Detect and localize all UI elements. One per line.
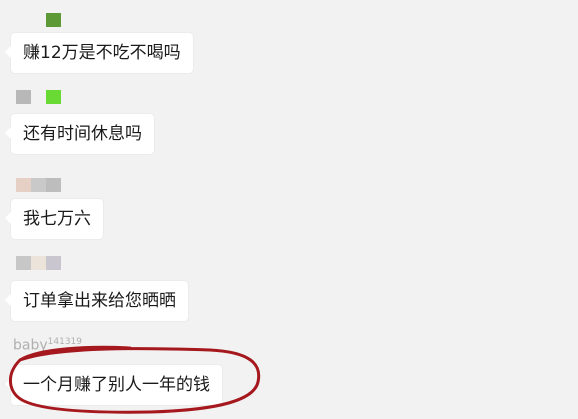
avatar-pixel xyxy=(31,256,46,270)
message-text: 我七万六 xyxy=(23,209,91,229)
avatar-pixel xyxy=(46,256,61,270)
message-bubble: 赚12万是不吃不喝吗 xyxy=(5,33,193,73)
sender-avatar-blurred[interactable] xyxy=(16,256,61,272)
sender-avatar-blurred[interactable] xyxy=(16,90,61,106)
avatar-pixel xyxy=(31,13,46,27)
avatar-pixel xyxy=(16,178,31,192)
nickname-suffix: 14131 xyxy=(47,337,77,347)
nickname-text: baby xyxy=(13,337,48,354)
message-text: 还有时间休息吗 xyxy=(23,124,142,144)
avatar-pixel xyxy=(16,90,31,104)
message-text: 赚12万是不吃不喝吗 xyxy=(23,43,181,63)
message-text: 订单拿出来给您晒晒 xyxy=(23,291,176,311)
avatar-pixel xyxy=(16,13,31,27)
sender-nickname[interactable]: baby141319 xyxy=(13,337,82,354)
message-bubble: 订单拿出来给您晒晒 xyxy=(5,281,188,321)
message-bubble: 还有时间休息吗 xyxy=(5,114,154,154)
message-text: 一个月赚了别人一年的钱 xyxy=(23,375,210,395)
avatar-pixel xyxy=(16,256,31,270)
message-bubble: 我七万六 xyxy=(5,199,103,239)
message-bubble: 一个月赚了别人一年的钱 xyxy=(5,365,222,405)
avatar-pixel xyxy=(31,178,46,192)
nickname-sup: 9 xyxy=(76,337,83,347)
avatar-pixel xyxy=(46,178,61,192)
avatar-pixel xyxy=(46,90,61,104)
avatar-pixel xyxy=(31,90,46,104)
sender-avatar-blurred[interactable] xyxy=(16,13,61,29)
avatar-pixel xyxy=(46,13,61,27)
sender-avatar-blurred[interactable] xyxy=(16,178,61,194)
